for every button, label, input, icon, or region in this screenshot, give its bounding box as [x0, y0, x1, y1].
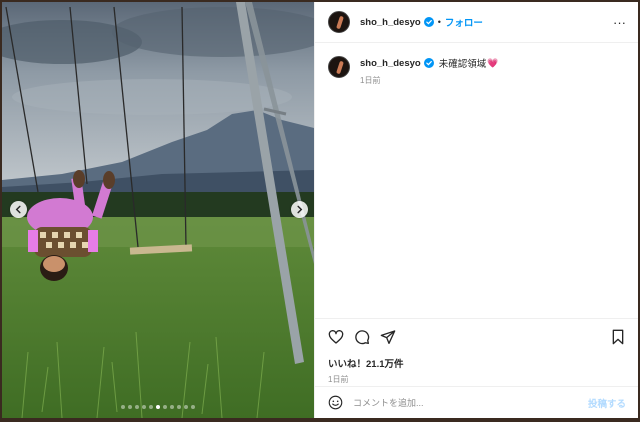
carousel-dot: [170, 405, 174, 409]
post-side-panel: sho_h_desyo • フォロー ··· sho_h_desyo 未確認領域: [314, 2, 638, 418]
author-username[interactable]: sho_h_desyo: [360, 17, 421, 28]
pink-heart-emoji: 💗: [487, 57, 499, 68]
chevron-right-icon: [297, 205, 303, 214]
carousel-indicator: [2, 405, 314, 409]
carousel-dot: [184, 405, 188, 409]
bookmark-icon[interactable]: [610, 329, 626, 345]
carousel-dot: [121, 405, 125, 409]
chevron-left-icon: [15, 205, 21, 214]
like-count[interactable]: いいね！21.1万件: [315, 356, 638, 370]
caption-timestamp[interactable]: 1日前: [360, 75, 498, 86]
comment-input[interactable]: [353, 397, 588, 408]
carousel-dot: [156, 405, 160, 409]
carousel-dot: [149, 405, 153, 409]
carousel-dot: [135, 405, 139, 409]
post-caption: sho_h_desyo 未確認領域 💗 1日前: [328, 56, 498, 86]
verified-badge-icon: [423, 58, 434, 68]
post-media[interactable]: [2, 2, 314, 418]
caption-username[interactable]: sho_h_desyo: [360, 58, 421, 69]
paper-plane-icon[interactable]: [380, 329, 396, 345]
follow-button[interactable]: フォロー: [445, 15, 483, 29]
carousel-dot: [142, 405, 146, 409]
post-photo: [2, 2, 314, 418]
caption-text: 未確認領域: [438, 59, 487, 70]
carousel-prev-button[interactable]: [10, 201, 27, 218]
carousel-dot: [128, 405, 132, 409]
comment-bubble-icon[interactable]: [354, 329, 370, 345]
smiley-icon[interactable]: [328, 395, 343, 410]
post-dialog: sho_h_desyo • フォロー ··· sho_h_desyo 未確認領域: [2, 2, 638, 418]
caption-author-avatar[interactable]: [328, 56, 350, 78]
verified-badge-icon: [423, 17, 434, 27]
author-avatar[interactable]: [328, 11, 350, 33]
comment-composer: 投稿する: [315, 386, 638, 418]
post-timestamp[interactable]: 1日前: [315, 374, 638, 385]
post-comment-button[interactable]: 投稿する: [588, 396, 626, 410]
action-bar: [315, 319, 638, 346]
carousel-next-button[interactable]: [291, 201, 308, 218]
carousel-dot: [163, 405, 167, 409]
heart-outline-icon[interactable]: [328, 329, 344, 345]
post-actions-section: いいね！21.1万件 1日前: [315, 318, 638, 385]
post-header: sho_h_desyo • フォロー ···: [315, 2, 638, 43]
carousel-dot: [177, 405, 181, 409]
header-separator: •: [437, 17, 441, 27]
carousel-dot: [191, 405, 195, 409]
more-options-icon[interactable]: ···: [613, 15, 626, 30]
